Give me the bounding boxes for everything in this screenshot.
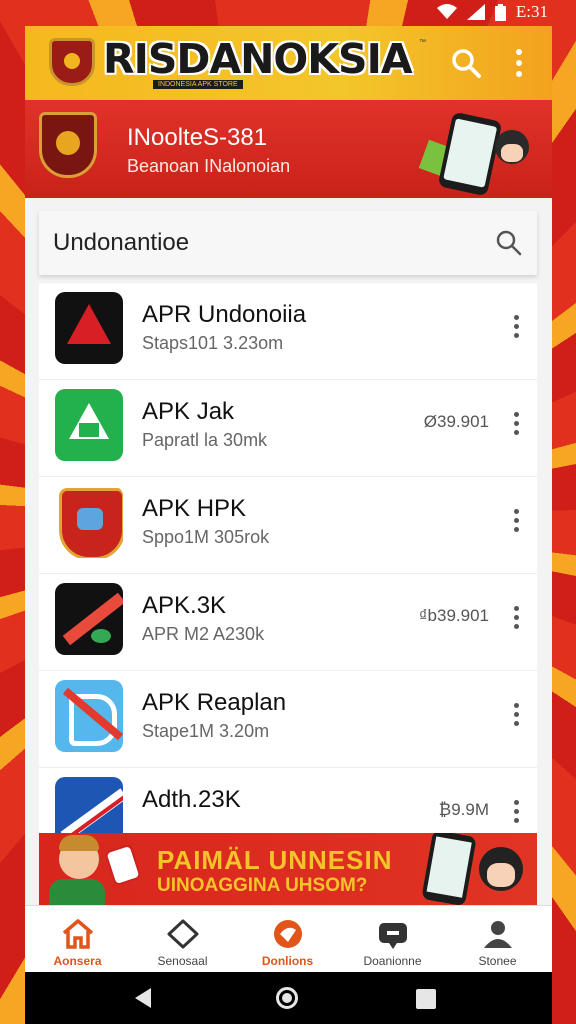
app-icon-shield — [55, 486, 123, 558]
app-meta: Papratl la 30mk — [142, 430, 268, 450]
app-subtitle: INDONESIA APK STORE — [153, 80, 243, 89]
nav-label: Aonsera — [53, 954, 102, 968]
more-vertical-icon[interactable] — [508, 701, 524, 731]
app-name: APK.3K — [142, 592, 227, 619]
app-meta: APR M2 A230k — [142, 624, 265, 644]
app-icon-red-a — [55, 292, 123, 364]
more-vertical-icon[interactable] — [508, 507, 524, 537]
hand-illustration — [104, 843, 142, 887]
nav-item-home[interactable]: Aonsera — [25, 906, 130, 972]
app-icon-black-stripe — [55, 583, 123, 655]
promo-banner[interactable]: PAIMÄL UNNESIN UINOAGGINA UHSOM? — [39, 833, 537, 905]
app-title: RISDANOKSIA — [103, 35, 413, 83]
home-icon — [62, 919, 94, 949]
nav-item-tag[interactable]: Senosaal — [130, 906, 235, 972]
bottom-nav: Aonsera Senosaal Donlions Doanionne Ston… — [25, 905, 552, 972]
app-name: Adth.23K — [142, 786, 241, 813]
app-icon-blue-a — [55, 680, 123, 752]
app-price: Ø39.901 — [423, 412, 489, 431]
download-icon — [274, 920, 302, 948]
app-price: ₫b39.901 — [418, 606, 489, 625]
tag-icon — [167, 919, 199, 949]
list-item[interactable]: APR Undonoiia Staps101 3.23om — [39, 283, 537, 380]
back-icon[interactable] — [135, 988, 151, 1008]
phone-illustration — [421, 833, 477, 905]
list-item[interactable]: APK Reaplan Stape1M 3.20m — [39, 671, 537, 768]
app-name: APK HPK — [142, 495, 247, 522]
garuda-logo — [49, 38, 95, 86]
banner-title: INoolteS-381 — [127, 124, 268, 151]
phone-illustration — [437, 111, 503, 197]
person-body — [49, 879, 105, 905]
status-time: E:31 — [515, 2, 548, 21]
chat-icon — [379, 923, 407, 949]
recents-icon[interactable] — [416, 989, 436, 1009]
app-meta: Staps101 3.23om — [142, 333, 284, 353]
signal-icon — [466, 4, 485, 20]
app-name: APK Reaplan — [142, 689, 287, 716]
app-icon-blue-stripe — [55, 777, 123, 833]
nav-label: Stonee — [478, 954, 517, 968]
home-button-icon[interactable] — [276, 987, 298, 1009]
app-list: APR Undonoiia Staps101 3.23om APK Jak Pa… — [39, 283, 537, 833]
search-icon[interactable] — [494, 228, 524, 258]
nav-label: Doanionne — [363, 954, 422, 968]
profile-icon — [484, 921, 512, 948]
shield-emblem — [39, 112, 97, 178]
list-item[interactable]: Adth.23K ₿9.9M — [39, 768, 537, 833]
app-meta: Sppo1M 305rok — [142, 527, 270, 547]
character-illustration — [495, 130, 529, 164]
search-input[interactable]: Undonantioe — [53, 229, 189, 257]
app-header: RISDANOKSIA ™ INDONESIA APK STORE — [25, 26, 552, 100]
more-vertical-icon[interactable] — [508, 604, 524, 634]
nav-label: Donlions — [261, 954, 314, 968]
trademark: ™ — [419, 39, 426, 46]
promo-line-1: PAIMÄL UNNESIN — [157, 845, 393, 875]
status-bar: E:31 — [0, 0, 576, 24]
banner-subtitle: Beanoan INalonoian — [127, 156, 291, 176]
person-illustration — [59, 835, 99, 879]
nav-item-download[interactable]: Donlions — [235, 906, 340, 972]
app-window: RISDANOKSIA ™ INDONESIA APK STORE INoolt… — [25, 26, 552, 972]
system-nav-bar — [25, 972, 552, 1024]
app-meta: Stape1M 3.20m — [142, 721, 270, 741]
nav-item-chat[interactable]: Doanionne — [340, 906, 445, 972]
search-bar[interactable]: Undonantioe — [39, 211, 537, 275]
promo-line-2: UINOAGGINA UHSOM? — [157, 875, 368, 896]
wifi-icon — [436, 4, 457, 19]
more-vertical-icon[interactable] — [508, 798, 524, 828]
more-vertical-icon[interactable] — [508, 313, 524, 343]
app-price: ₿9.9M — [438, 800, 489, 819]
app-name: APK Jak — [142, 398, 235, 425]
list-item[interactable]: APK.3K APR M2 A230k ₫b39.901 — [39, 574, 537, 671]
hero-banner[interactable]: INoolteS-381 Beanoan INalonoian — [25, 100, 552, 198]
nav-label: Senosaal — [157, 954, 208, 968]
search-icon[interactable] — [449, 46, 483, 80]
list-item[interactable]: APK Jak Papratl la 30mk Ø39.901 — [39, 380, 537, 477]
list-item[interactable]: APK HPK Sppo1M 305rok — [39, 477, 537, 574]
more-vertical-icon[interactable] — [509, 46, 529, 80]
nav-item-profile[interactable]: Stonee — [445, 906, 550, 972]
character-illustration — [479, 847, 523, 891]
app-icon-green-a — [55, 389, 123, 461]
battery-icon — [494, 3, 506, 21]
app-name: APR Undonoiia — [142, 301, 307, 328]
more-vertical-icon[interactable] — [508, 410, 524, 440]
